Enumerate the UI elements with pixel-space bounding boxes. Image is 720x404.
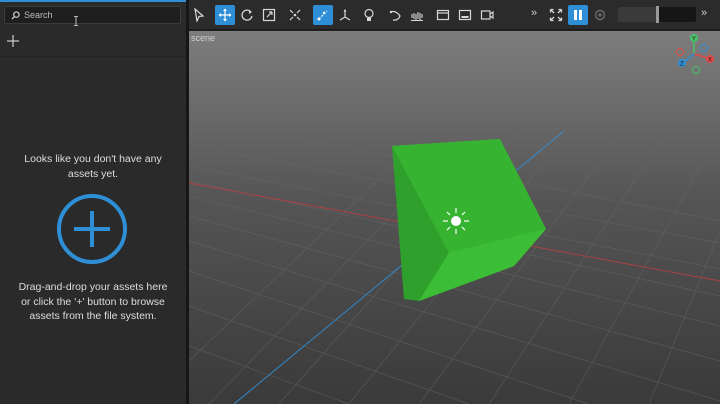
search-box[interactable] xyxy=(4,6,181,24)
empty-message: Looks like you don't have any assets yet… xyxy=(0,152,186,181)
scene-canvas[interactable] xyxy=(189,31,720,404)
orientation-gizmo[interactable]: Y X Z xyxy=(670,32,718,76)
text-cursor-icon xyxy=(74,16,78,26)
curve-icon xyxy=(389,10,401,21)
refresh-icon xyxy=(594,9,606,21)
pause-button[interactable] xyxy=(568,5,588,25)
empty-message-line: Looks like you don't have any xyxy=(24,153,162,165)
hint-line: Drag-and-drop your assets here xyxy=(18,281,168,293)
scene-viewport[interactable]: scene Y X Z xyxy=(189,31,720,404)
expand-icon xyxy=(549,8,563,22)
panel-accent-bar xyxy=(0,0,186,2)
rect-transform-tool-button[interactable] xyxy=(285,5,305,25)
select-icon xyxy=(194,8,205,22)
scale-icon xyxy=(262,8,276,22)
scale-tool-button[interactable] xyxy=(259,5,279,25)
camera-tool-button[interactable] xyxy=(477,5,497,25)
curve-tool-button[interactable] xyxy=(385,5,405,25)
add-asset-icon[interactable] xyxy=(6,34,20,48)
light-tool-button[interactable] xyxy=(359,5,379,25)
local-space-button[interactable] xyxy=(313,5,333,25)
hint-line: assets from the file system. xyxy=(29,310,157,322)
camera-icon xyxy=(480,10,494,20)
audio-tool-button[interactable] xyxy=(407,5,427,25)
browse-assets-button[interactable] xyxy=(56,193,128,265)
search-input[interactable] xyxy=(24,10,174,20)
window-icon xyxy=(436,9,450,21)
toolbar-overflow[interactable]: » xyxy=(531,7,537,19)
move-tool-button[interactable] xyxy=(215,5,235,25)
gizmo-z-label: Z xyxy=(680,62,684,68)
image-tool-button[interactable] xyxy=(455,5,475,25)
pivot-icon xyxy=(339,9,351,21)
rotate-tool-button[interactable] xyxy=(237,5,257,25)
toolbar-overflow-2[interactable]: » xyxy=(701,7,707,19)
refresh-button[interactable] xyxy=(590,5,610,25)
volume-slider-fill xyxy=(618,7,657,22)
volume-slider[interactable] xyxy=(618,6,696,23)
image-icon xyxy=(458,9,472,21)
drag-drop-hint: Drag-and-drop your assets here or click … xyxy=(0,280,186,324)
hint-line: or click the '+' button to browse xyxy=(21,295,165,308)
pivot-tool-button[interactable] xyxy=(335,5,355,25)
window-tool-button[interactable] xyxy=(433,5,453,25)
fullscreen-button[interactable] xyxy=(546,5,566,25)
audio-icon xyxy=(411,12,423,21)
search-icon xyxy=(11,10,20,20)
pause-icon xyxy=(574,10,582,20)
rect-transform-icon xyxy=(289,9,301,21)
light-icon xyxy=(364,8,374,21)
viewport-toolbar: » » xyxy=(189,0,720,30)
viewport-label: scene xyxy=(191,33,216,43)
volume-slider-knob[interactable] xyxy=(656,6,659,23)
assets-panel: Looks like you don't have any assets yet… xyxy=(0,0,186,404)
gizmo-x-label: X xyxy=(708,58,712,64)
gizmo-y-label: Y xyxy=(692,37,696,43)
local-space-icon xyxy=(317,10,328,21)
empty-message-line: assets yet. xyxy=(67,167,119,180)
select-tool-button[interactable] xyxy=(189,5,209,25)
panel-divider xyxy=(0,56,186,57)
move-icon xyxy=(218,8,232,22)
rotate-icon xyxy=(241,9,253,21)
